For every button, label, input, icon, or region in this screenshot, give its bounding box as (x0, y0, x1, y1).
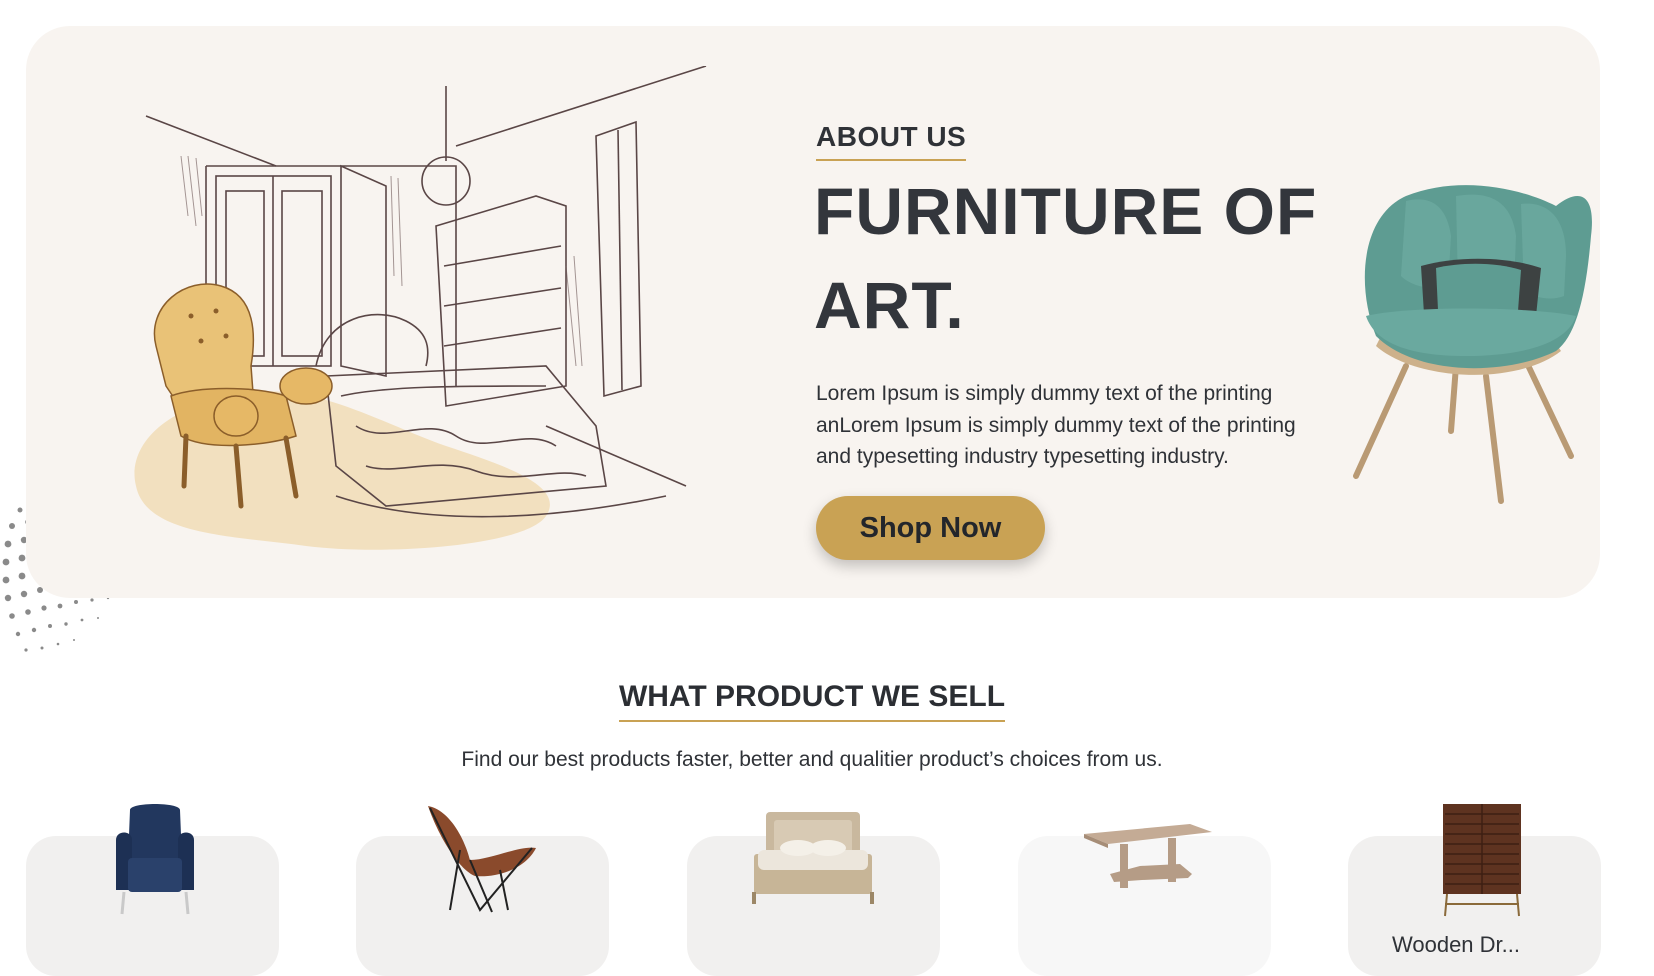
section-title: WHAT PRODUCT WE SELL (0, 680, 1624, 722)
section-subtitle: Find our best products faster, better an… (461, 748, 1163, 771)
about-hero-section: ABOUT US FURNITURE OF ART. Lorem Ipsum i… (26, 26, 1600, 598)
hero-headline: FURNITURE OF ART. (814, 174, 1318, 342)
wooden-table-icon (1084, 824, 1212, 888)
product-card-label: Wooden Dr... (1392, 932, 1520, 957)
shop-now-button[interactable]: Shop Now (816, 496, 1045, 560)
butterfly-chair-icon (428, 806, 536, 913)
section-title-text: WHAT PRODUCT WE SELL (618, 680, 1006, 722)
wingback-chair-icon (116, 804, 194, 915)
teal-lounge-chair-image (1353, 185, 1592, 504)
hero-description: Lorem Ipsum is simply dummy text of the … (816, 382, 1296, 468)
about-us-label: ABOUT US (816, 121, 967, 161)
bedroom-sketch-illustration (134, 66, 707, 550)
wooden-cabinet-icon (1443, 804, 1521, 917)
bed-icon (752, 812, 874, 904)
